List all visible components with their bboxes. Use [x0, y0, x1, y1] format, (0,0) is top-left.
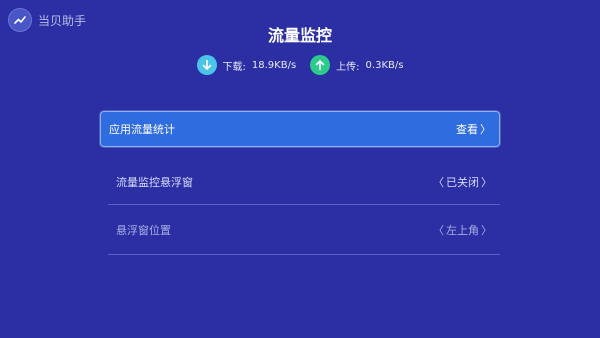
row-value-text: 左上角	[446, 223, 479, 237]
upload-arrow-icon	[310, 55, 331, 75]
upload-value: 0.3KB/s	[365, 59, 404, 71]
speed-indicators: 下载: 18.9KB/s 上传: 0.3KB/s	[0, 55, 600, 75]
row-value: 查看 〉	[456, 121, 491, 137]
app-traffic-stats-row[interactable]: 应用流量统计 查看 〉	[100, 111, 500, 147]
download-speed: 下载: 18.9KB/s	[196, 55, 297, 75]
chevron-left-icon: 〈	[433, 175, 444, 189]
row-value-text: 已关闭	[446, 175, 479, 189]
chevron-right-icon: 〉	[480, 123, 491, 136]
chevron-right-icon: 〉	[481, 223, 492, 237]
download-arrow-icon	[196, 55, 217, 75]
row-label: 应用流量统计	[109, 123, 175, 136]
download-value: 18.9KB/s	[251, 59, 297, 71]
download-label: 下载:	[222, 61, 246, 73]
floating-window-toggle-row[interactable]: 流量监控悬浮窗 〈 已关闭 〉	[108, 159, 500, 205]
upload-label: 上传:	[336, 61, 360, 73]
row-value-text: 查看	[456, 123, 478, 136]
settings-list: 应用流量统计 查看 〉 流量监控悬浮窗 〈 已关闭 〉 悬浮窗位置 〈 左上角 …	[100, 111, 500, 255]
floating-window-position-row[interactable]: 悬浮窗位置 〈 左上角 〉	[108, 205, 500, 255]
row-value: 〈 左上角 〉	[433, 222, 492, 238]
row-label: 流量监控悬浮窗	[116, 175, 193, 189]
upload-speed: 上传: 0.3KB/s	[310, 55, 403, 75]
chevron-right-icon: 〉	[481, 175, 492, 189]
row-label: 悬浮窗位置	[116, 223, 171, 237]
row-value: 〈 已关闭 〉	[433, 174, 492, 190]
page-title: 流量监控	[267, 26, 332, 45]
chevron-left-icon: 〈	[433, 223, 444, 237]
